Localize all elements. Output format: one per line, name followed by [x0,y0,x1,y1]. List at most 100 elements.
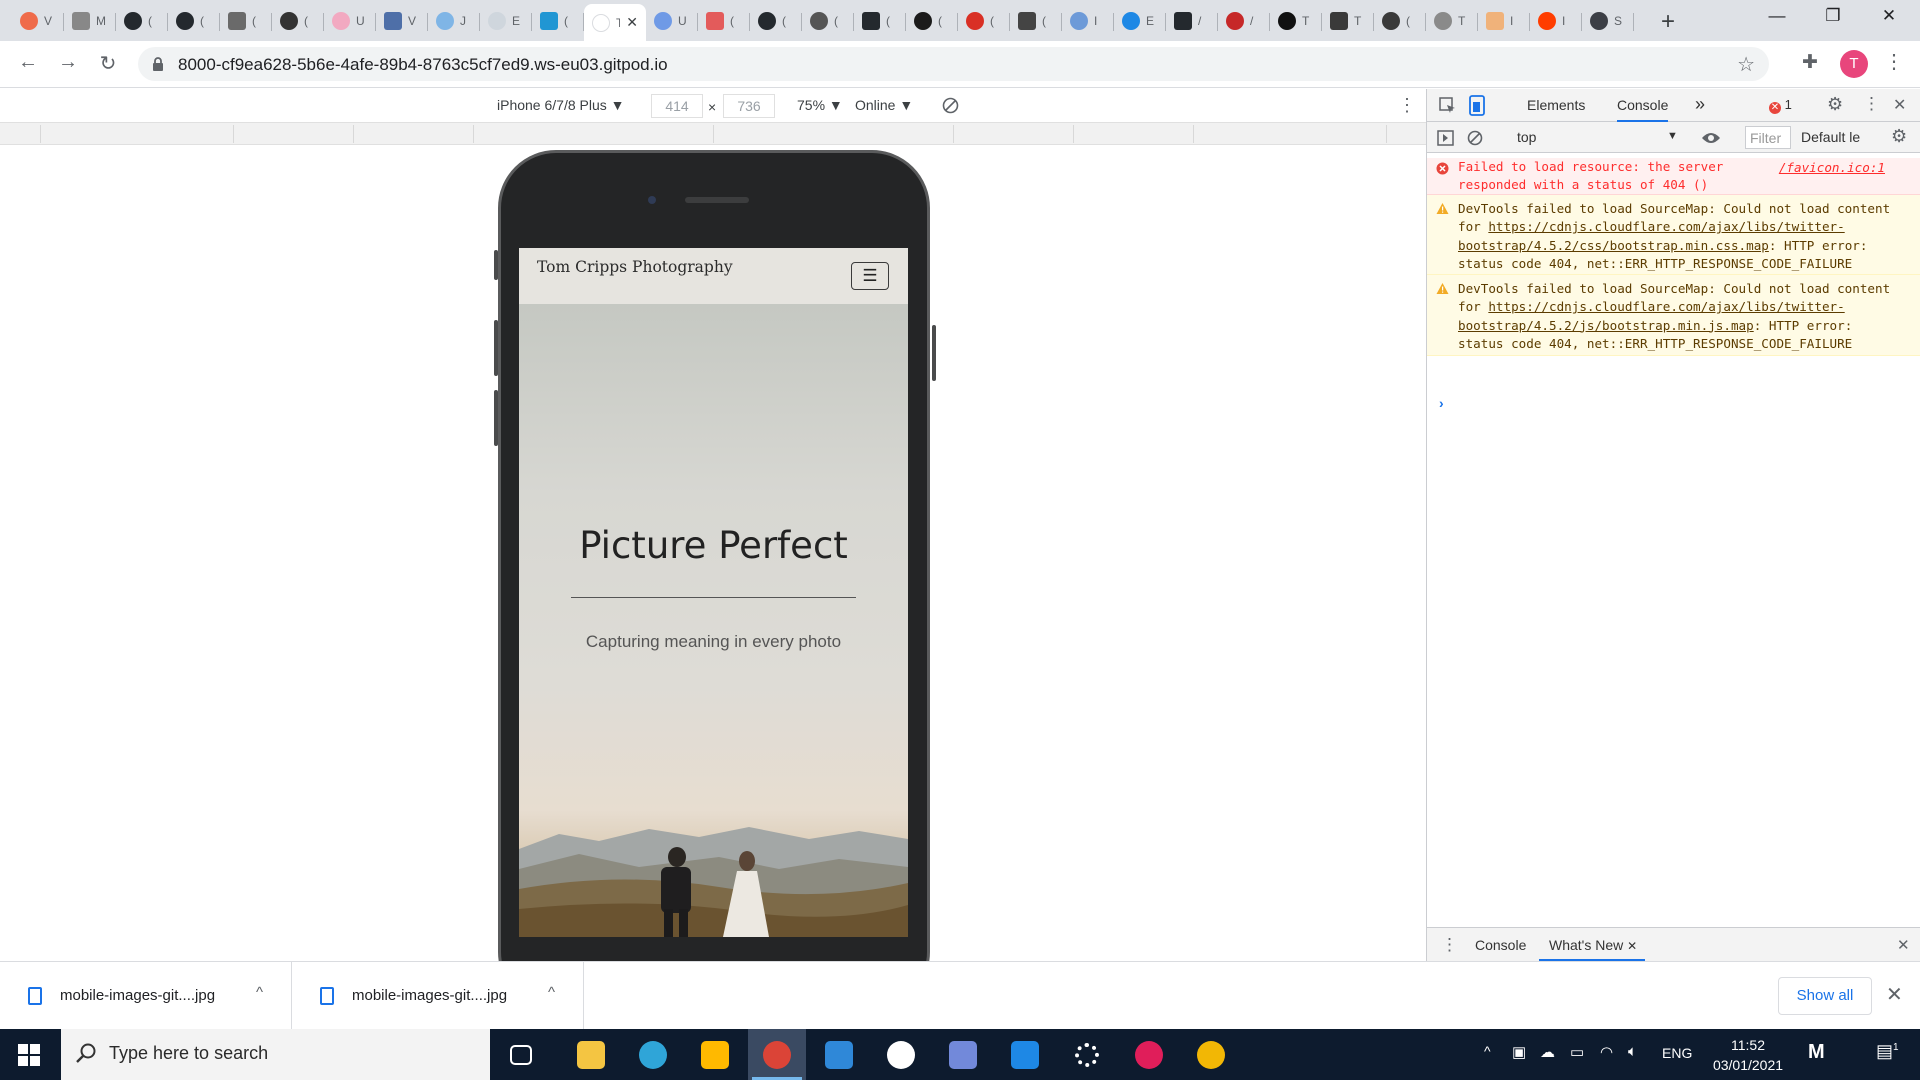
action-center-icon[interactable]: ▤1 [1876,1041,1899,1062]
rotate-icon[interactable] [942,97,959,114]
browser-tab[interactable]: ( [1374,4,1426,38]
log-levels-select[interactable]: Default le [1801,129,1860,145]
browser-tab[interactable]: ( [1010,4,1062,38]
site-brand[interactable]: Tom Cripps Photography [537,256,737,279]
forward-button[interactable]: → [54,51,82,74]
show-all-downloads-button[interactable]: Show all [1778,977,1872,1015]
tab-console[interactable]: Console [1617,97,1669,122]
taskbar-app-settings[interactable] [1058,1029,1116,1080]
wifi-icon[interactable]: ◠ [1600,1043,1613,1061]
new-tab-button[interactable]: + [1656,8,1680,36]
reload-button[interactable]: ↻ [94,51,122,76]
navbar-toggler-button[interactable]: ☰ [851,262,889,290]
ruler-mark[interactable] [1193,125,1194,143]
browser-tab[interactable]: T [1426,4,1478,38]
devtools-menu-icon[interactable]: ⋮ [1863,94,1880,114]
browser-tab[interactable]: V [12,4,64,38]
browser-tab[interactable]: S [1582,4,1634,38]
chevron-up-icon[interactable]: ^ [548,984,555,1001]
download-filename[interactable]: mobile-images-git....jpg [60,987,215,1004]
device-select[interactable]: iPhone 6/7/8 Plus ▼ [497,97,625,113]
windows-start-icon[interactable] [18,1044,40,1066]
browser-tab[interactable]: ( [802,4,854,38]
extensions-icon[interactable]: ✚ [1802,51,1818,74]
onedrive-cloud-icon[interactable]: ☁ [1540,1043,1555,1061]
browser-tab[interactable]: ( [750,4,802,38]
battery-icon[interactable]: ▭ [1570,1043,1584,1061]
console-filter-input[interactable]: Filter [1745,126,1791,149]
taskbar-app-chrome[interactable] [748,1029,806,1080]
taskbar-app-edge[interactable] [624,1029,682,1080]
device-height-input[interactable]: 736 [723,94,775,118]
browser-tab[interactable]: T [1322,4,1374,38]
browser-tab[interactable]: E [480,4,532,38]
device-toggle-icon[interactable] [1469,95,1487,116]
browser-tab[interactable]: ( [698,4,750,38]
console-warning-message[interactable]: DevTools failed to load SourceMap: Could… [1427,275,1920,356]
browser-tab[interactable]: V [376,4,428,38]
browser-tab[interactable]: M [64,4,116,38]
back-button[interactable]: ← [14,51,42,74]
browser-tab[interactable]: ( [116,4,168,38]
browser-tab[interactable]: I [1062,4,1114,38]
download-item[interactable]: mobile-images-git....jpg ^ [292,962,584,1030]
browser-tab[interactable]: ( [906,4,958,38]
drawer-menu-icon[interactable]: ⋮ [1441,935,1458,955]
browser-tab[interactable]: T [1270,4,1322,38]
console-prompt[interactable]: › [1439,395,1444,411]
ruler-mark[interactable] [713,125,714,143]
more-tabs-icon[interactable]: » [1695,94,1705,115]
taskbar-app-store[interactable] [686,1029,744,1080]
live-expression-eye-icon[interactable] [1701,131,1721,145]
drawer-tab-whats-new[interactable]: What's New ✕ [1539,937,1646,961]
lock-icon[interactable] [152,56,164,72]
browser-tab[interactable]: ( [168,4,220,38]
ruler-mark[interactable] [1386,125,1387,143]
device-width-input[interactable]: 414 [651,94,703,118]
taskbar-search-placeholder[interactable]: Type here to search [109,1043,268,1064]
volume-icon[interactable]: 🔈︎ [1628,1043,1637,1060]
download-filename[interactable]: mobile-images-git....jpg [352,987,507,1004]
tray-overflow-chevron-icon[interactable]: ^ [1484,1043,1491,1059]
input-language-indicator[interactable]: ENG [1662,1045,1692,1061]
browser-tab[interactable]: ( [272,4,324,38]
taskbar-app-file-explorer[interactable] [562,1029,620,1080]
browser-menu-icon[interactable]: ⋮ [1884,49,1904,74]
browser-tab[interactable]: I [1478,4,1530,38]
restore-button[interactable]: ❐ [1810,6,1856,26]
window-close-button[interactable]: ✕ [1866,6,1912,26]
taskbar-app-task-view[interactable] [492,1029,550,1080]
profile-avatar[interactable]: T [1840,50,1868,78]
browser-tab[interactable]: J [428,4,480,38]
tab-elements[interactable]: Elements [1527,97,1585,113]
taskbar-app-app-j[interactable] [996,1029,1054,1080]
console-error-message[interactable]: Failed to load resource: the server resp… [1427,158,1920,195]
url-text[interactable]: 8000-cf9ea628-5b6e-4afe-89b4-8763c5cf7ed… [178,55,668,75]
taskbar-app-emoji[interactable] [872,1029,930,1080]
browser-tab[interactable]: ( [958,4,1010,38]
inspect-element-icon[interactable] [1439,97,1457,115]
close-download-shelf-icon[interactable]: ✕ [1886,982,1903,1007]
ruler-mark[interactable] [953,125,954,143]
ruler-mark[interactable] [1073,125,1074,143]
ruler-mark[interactable] [40,125,41,143]
minimize-button[interactable]: — [1754,6,1800,26]
drawer-tab-console[interactable]: Console [1475,937,1526,953]
ruler-mark[interactable] [353,125,354,143]
browser-tab[interactable]: U [646,4,698,38]
taskbar-search-box[interactable]: Type here to search [61,1029,490,1080]
address-bar[interactable]: 8000-cf9ea628-5b6e-4afe-89b4-8763c5cf7ed… [138,47,1769,81]
bookmark-star-icon[interactable]: ☆ [1737,52,1755,77]
settings-gear-icon[interactable]: ⚙ [1827,94,1843,115]
network-throttle-select[interactable]: Online ▼ [855,97,913,113]
browser-tab[interactable]: ( [532,4,584,38]
error-count-badge[interactable]: ✕ 1 [1769,97,1792,114]
chevron-up-icon[interactable]: ^ [256,984,263,1001]
meet-now-icon[interactable]: ▣ [1512,1043,1526,1061]
error-source-link[interactable]: /favicon.ico:1 [1779,159,1885,177]
taskbar-app-slack[interactable] [1120,1029,1178,1080]
taskbar-app-discord[interactable] [934,1029,992,1080]
devtools-close-icon[interactable]: ✕ [1893,95,1906,115]
browser-tab[interactable]: / [1218,4,1270,38]
device-toolbar-menu-icon[interactable]: ⋮ [1398,95,1416,116]
